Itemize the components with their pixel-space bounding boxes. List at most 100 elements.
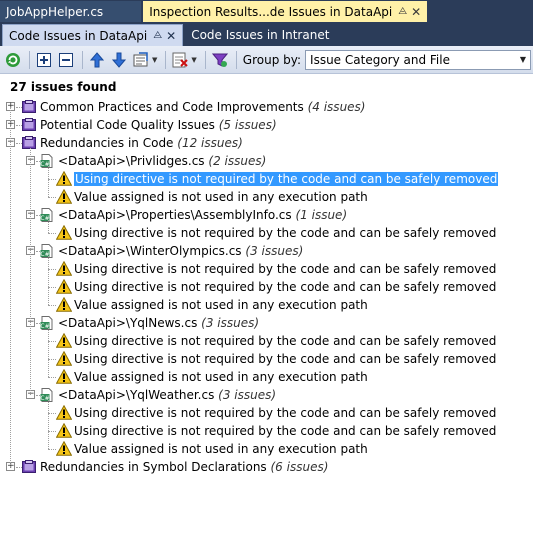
tree-issue-row[interactable]: Using directive is not required by the c…: [0, 260, 533, 278]
file-label: <DataApi>\Properties\AssemblyInfo.cs (1 …: [58, 207, 347, 223]
tree-file-row[interactable]: − C# <DataApi>\WinterOlympics.cs (3 issues…: [0, 242, 533, 260]
tree-line-vertical: [10, 107, 11, 467]
tree-line-horizontal: [48, 197, 56, 198]
warning-icon: [55, 296, 73, 312]
tree-item-text: Potential Code Quality Issues: [40, 118, 215, 132]
issue-label: Value assigned is not used in any execut…: [74, 369, 368, 385]
filter-icon[interactable]: [210, 50, 230, 70]
issue-label: Using directive is not required by the c…: [74, 423, 496, 439]
export-icon[interactable]: [131, 50, 151, 70]
tree-category-row[interactable]: − Redundancies in Code (12 issues): [0, 134, 533, 152]
next-icon[interactable]: [109, 50, 129, 70]
tree-line-horizontal: [36, 161, 40, 162]
tree-issue-row[interactable]: Using directive is not required by the c…: [0, 350, 533, 368]
warning-icon: [55, 170, 73, 186]
close-icon[interactable]: ✕: [411, 5, 421, 19]
doc-tab-jobapphelper[interactable]: JobAppHelper.cs: [0, 1, 142, 22]
warning-icon: [55, 224, 73, 240]
issue-count: (1 issue): [295, 208, 348, 222]
tree-line-horizontal: [48, 233, 56, 234]
category-label: Common Practices and Code Improvements (…: [40, 99, 365, 115]
toolbar-separator: [204, 50, 206, 69]
issue-category-icon: [22, 460, 36, 474]
category-label: Potential Code Quality Issues (5 issues): [40, 117, 277, 133]
file-label: <DataApi>\YqlWeather.cs (3 issues): [58, 387, 276, 403]
tree-category-row[interactable]: + Redundancies in Symbol Declarations (6 …: [0, 458, 533, 476]
tree-item-text: Using directive is not required by the c…: [74, 424, 497, 438]
toolbar-separator: [82, 50, 83, 69]
tool-tab-strip: Code Issues in DataApi ⨺ ✕ Code Issues i…: [0, 22, 533, 46]
tree-line-horizontal: [48, 359, 56, 360]
tree-line-horizontal: [48, 377, 56, 378]
chevron-down-icon[interactable]: ▼: [152, 56, 157, 64]
warning-icon: [55, 188, 73, 204]
tree-item-text: Using directive is not required by the c…: [74, 334, 497, 348]
tree-item-text: Value assigned is not used in any execut…: [74, 442, 368, 456]
issue-label: Value assigned is not used in any execut…: [74, 189, 368, 205]
tree-issue-row[interactable]: Using directive is not required by the c…: [0, 404, 533, 422]
tree-issue-row[interactable]: Value assigned is not used in any execut…: [0, 296, 533, 314]
warning-icon: [55, 440, 73, 456]
pin-icon[interactable]: ⨺: [398, 6, 407, 17]
tree-line-horizontal: [48, 269, 56, 270]
doc-tab-label: Inspection Results...de Issues in DataAp…: [149, 4, 393, 19]
tree-issue-row[interactable]: Value assigned is not used in any execut…: [0, 368, 533, 386]
toolbar-separator: [29, 50, 30, 69]
collapse-all-icon[interactable]: [56, 50, 76, 70]
issue-category-icon: [22, 100, 36, 114]
tree-line-horizontal: [48, 431, 56, 432]
tree-issue-row[interactable]: Using directive is not required by the c…: [0, 278, 533, 296]
pin-icon[interactable]: ⨺: [153, 30, 162, 41]
tree-issue-row[interactable]: Value assigned is not used in any execut…: [0, 188, 533, 206]
tree-line-horizontal: [48, 449, 56, 450]
issue-label: Using directive is not required by the c…: [74, 225, 496, 241]
tree-category-row[interactable]: + Potential Code Quality Issues (5 issues…: [0, 116, 533, 134]
tree-issue-row[interactable]: Value assigned is not used in any execut…: [0, 440, 533, 458]
tree-item-text: Using directive is not required by the c…: [74, 172, 499, 186]
tree-line-horizontal: [48, 413, 56, 414]
expand-all-icon[interactable]: [34, 50, 54, 70]
filter-settings-icon[interactable]: [170, 50, 190, 70]
tree-item-text: <DataApi>\WinterOlympics.cs: [58, 244, 242, 258]
tree-item-text: Value assigned is not used in any execut…: [74, 298, 368, 312]
warning-icon: [55, 404, 73, 420]
tree-file-row[interactable]: − C# <DataApi>\Properties\AssemblyInfo.cs …: [0, 206, 533, 224]
tree-file-row[interactable]: − C# <DataApi>\YqlWeather.cs (3 issues): [0, 386, 533, 404]
chevron-down-icon[interactable]: ▼: [520, 55, 526, 64]
close-icon[interactable]: ✕: [166, 29, 176, 43]
issues-panel: 27 issues found + Common Practices and Co…: [0, 74, 533, 547]
warning-icon: [55, 260, 73, 276]
tree-item-text: Using directive is not required by the c…: [74, 262, 497, 276]
warning-icon: [55, 278, 73, 294]
tree-line-horizontal: [16, 125, 22, 126]
tree-item-text: Using directive is not required by the c…: [74, 280, 497, 294]
tree-issue-row[interactable]: Using directive is not required by the c…: [0, 332, 533, 350]
refresh-icon[interactable]: [3, 50, 23, 70]
group-by-select[interactable]: Issue Category and File ▼: [305, 49, 532, 70]
doc-tab-inspection-results[interactable]: Inspection Results...de Issues in DataAp…: [143, 1, 428, 22]
previous-icon[interactable]: [87, 50, 107, 70]
issues-count: 27 issues found: [10, 80, 117, 94]
tree-issue-row-selected[interactable]: Using directive is not required by the c…: [0, 170, 533, 188]
tree-file-row[interactable]: − C# <DataApi>\YqlNews.cs (3 issues): [0, 314, 533, 332]
issue-label: Value assigned is not used in any execut…: [74, 441, 368, 457]
csharp-file-icon: C#: [40, 316, 54, 330]
document-tab-strip: JobAppHelper.cs Inspection Results...de …: [0, 0, 533, 22]
tree-line-vertical: [48, 400, 49, 449]
chevron-down-icon[interactable]: ▼: [191, 56, 196, 64]
tab-code-issues-dataapi[interactable]: Code Issues in DataApi ⨺ ✕: [2, 24, 184, 46]
issue-count: (3 issues): [245, 244, 304, 258]
tree-item-text: Using directive is not required by the c…: [74, 226, 497, 240]
tree-line-horizontal: [16, 143, 22, 144]
issue-count: (4 issues): [307, 100, 366, 114]
tree-issue-row[interactable]: Using directive is not required by the c…: [0, 224, 533, 242]
tree-line-vertical: [48, 328, 49, 377]
issue-label: Using directive is not required by the c…: [74, 405, 496, 421]
tree-item-text: Redundancies in Symbol Declarations: [40, 460, 267, 474]
file-label: <DataApi>\YqlNews.cs (3 issues): [58, 315, 259, 331]
tree-issue-row[interactable]: Using directive is not required by the c…: [0, 422, 533, 440]
tree-line-vertical: [30, 148, 31, 395]
tab-code-issues-intranet[interactable]: Code Issues in Intranet: [185, 24, 335, 46]
tree-category-row[interactable]: + Common Practices and Code Improvements …: [0, 98, 533, 116]
tree-file-row[interactable]: − C# <DataApi>\Privlidges.cs (2 issues): [0, 152, 533, 170]
